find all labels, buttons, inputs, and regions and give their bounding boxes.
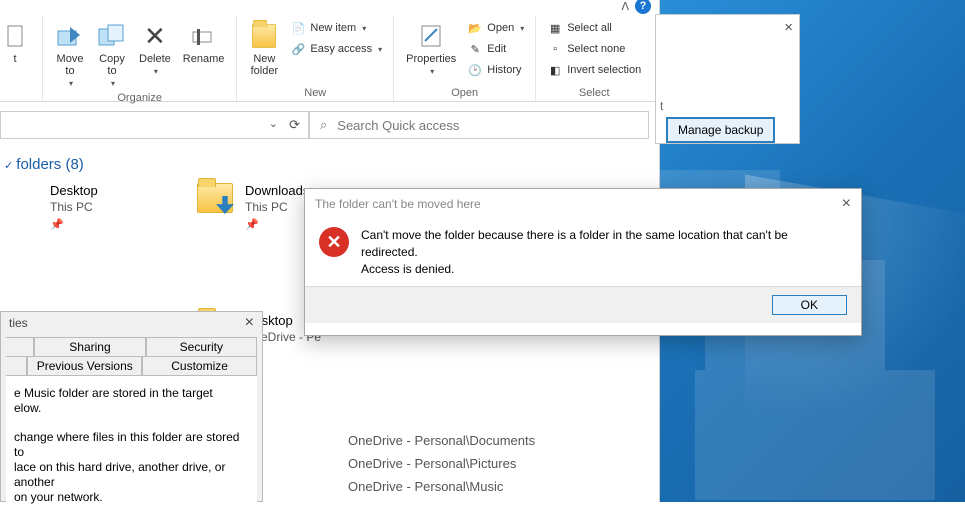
properties-text-1: e Music folder are stored in the target … (14, 386, 249, 416)
ribbon-group-label: Open (401, 86, 528, 99)
tab-sharing[interactable]: Sharing (34, 337, 145, 357)
properties-button[interactable]: Properties ▾ (401, 18, 461, 79)
chevron-down-icon: ▾ (154, 67, 158, 76)
move-to-button[interactable]: Move to ▾ (50, 18, 90, 91)
properties-tabs: Sharing Security Previous Versions Custo… (6, 338, 257, 376)
new-item-button[interactable]: 📄New item▾ (286, 18, 386, 38)
delete-button[interactable]: ✕ Delete ▾ (134, 18, 176, 79)
select-none-button[interactable]: ▫Select none (543, 39, 645, 59)
error-icon: ✕ (319, 227, 349, 257)
properties-text-2: change where files in this folder are st… (14, 430, 249, 505)
history-button[interactable]: 🕑History (463, 60, 528, 80)
search-placeholder: Search Quick access (337, 118, 459, 133)
properties-title: ties (9, 316, 28, 332)
edit-button[interactable]: ✎Edit (463, 39, 528, 59)
invert-selection-button[interactable]: ◧Invert selection (543, 60, 645, 80)
copy-to-button[interactable]: Copy to ▾ (92, 18, 132, 91)
ribbon-group-label: Organize (50, 91, 229, 104)
pin-icon: 📌 (245, 217, 309, 233)
new-folder-button[interactable]: New folder (244, 18, 284, 80)
error-title: The folder can't be moved here (315, 197, 481, 211)
tab-customize[interactable]: Customize (142, 356, 257, 376)
chevron-down-icon: ▾ (69, 79, 73, 88)
cut-button[interactable]: t (0, 18, 35, 68)
download-icon (216, 196, 234, 214)
ribbon: t Move to ▾ Copy to ▾ ✕ Delete (0, 16, 659, 102)
ribbon-group-label: Select (543, 86, 645, 99)
pin-icon: 📌 (50, 217, 98, 233)
error-dialog: The folder can't be moved here × ✕ Can't… (304, 188, 862, 336)
properties-dialog: ties × Sharing Security Previous Version… (0, 311, 263, 502)
help-icon[interactable]: ? (635, 0, 651, 14)
manage-backup-button[interactable]: Manage backup (666, 117, 775, 143)
close-icon[interactable]: × (784, 19, 793, 36)
path-item: OneDrive - Personal\Music (300, 475, 660, 498)
chevron-down-icon: ▾ (111, 79, 115, 88)
ok-button[interactable]: OK (772, 295, 847, 315)
backup-panel: × t Manage backup (655, 14, 800, 144)
select-all-button[interactable]: ▦Select all (543, 18, 645, 38)
tab-previous-versions[interactable]: Previous Versions (27, 356, 142, 376)
rename-button[interactable]: Rename (178, 18, 230, 68)
path-item: OneDrive - Personal\Documents (300, 429, 660, 452)
address-bar[interactable]: ⌄ ⟳ (0, 111, 309, 139)
chevron-down-icon[interactable]: ⌄ (269, 117, 278, 130)
close-icon[interactable]: × (245, 314, 254, 332)
ribbon-group-label: New (244, 86, 386, 99)
section-heading: ✓ folders (8) (0, 148, 659, 183)
refresh-icon[interactable]: ⟳ (289, 117, 300, 133)
path-item: OneDrive - Personal\Pictures (300, 452, 660, 475)
folder-item-desktop[interactable]: Desktop This PC 📌 (2, 183, 172, 233)
onedrive-paths: OneDrive - Personal\Documents OneDrive -… (300, 429, 660, 498)
close-icon[interactable]: × (842, 195, 851, 213)
easy-access-button[interactable]: 🔗Easy access▾ (286, 39, 386, 59)
search-input[interactable]: ⌕ Search Quick access (309, 111, 649, 139)
collapse-ribbon-icon[interactable]: ᐱ (621, 0, 629, 13)
error-message: Can't move the folder because there is a… (361, 227, 845, 278)
open-button[interactable]: 📂Open▾ (463, 18, 528, 38)
tab-security[interactable]: Security (146, 337, 257, 357)
search-icon: ⌕ (320, 117, 327, 133)
